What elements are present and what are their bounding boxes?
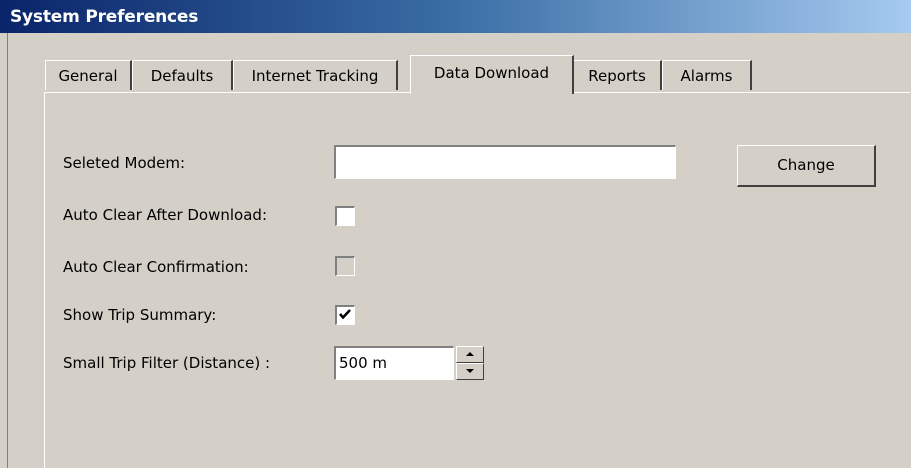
change-button[interactable]: Change xyxy=(737,145,876,187)
tab-label: Reports xyxy=(588,67,646,85)
tab-data-download[interactable]: Data Download xyxy=(410,55,574,94)
small-trip-input[interactable]: 500 m xyxy=(334,346,454,380)
spin-down-button[interactable] xyxy=(456,363,484,380)
tab-label: Defaults xyxy=(150,67,214,85)
auto-clear-label: Auto Clear After Download: xyxy=(63,206,267,224)
auto-clear-confirm-label: Auto Clear Confirmation: xyxy=(63,258,249,276)
tab-internet-tracking[interactable]: Internet Tracking xyxy=(233,60,398,90)
window-frame xyxy=(0,33,10,468)
tab-label: Data Download xyxy=(433,64,550,82)
small-trip-label: Small Trip Filter (Distance) : xyxy=(63,354,271,372)
show-trip-checkbox[interactable] xyxy=(335,305,355,325)
tab-label: Alarms xyxy=(680,67,733,85)
modem-label: Seleted Modem: xyxy=(63,154,186,172)
triangle-down-icon xyxy=(466,369,474,373)
triangle-up-icon xyxy=(466,352,474,356)
tab-general[interactable]: General xyxy=(45,60,132,90)
auto-clear-confirm-checkbox[interactable] xyxy=(335,256,355,276)
check-mark-icon xyxy=(339,309,351,320)
tab-reports[interactable]: Reports xyxy=(573,60,662,90)
modem-field[interactable] xyxy=(334,145,676,179)
tab-label: General xyxy=(58,67,118,85)
spin-up-button[interactable] xyxy=(456,346,484,363)
show-trip-label: Show Trip Summary: xyxy=(63,306,217,324)
tab-defaults[interactable]: Defaults xyxy=(132,60,233,90)
window-title: System Preferences xyxy=(10,7,199,27)
tab-alarms[interactable]: Alarms xyxy=(662,60,752,90)
tab-label: Internet Tracking xyxy=(251,67,379,85)
frame-divider xyxy=(7,33,8,468)
auto-clear-checkbox[interactable] xyxy=(335,206,355,226)
title-bar: System Preferences xyxy=(0,0,911,33)
